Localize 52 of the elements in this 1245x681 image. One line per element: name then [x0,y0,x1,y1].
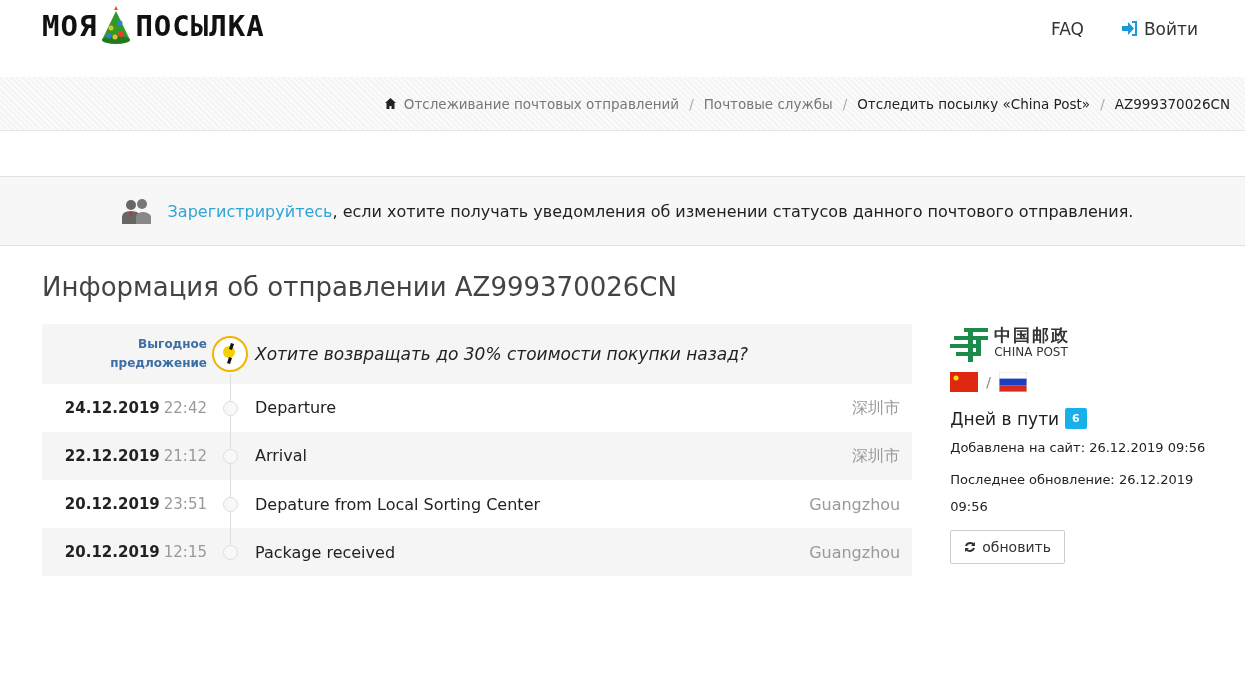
updated-date: Последнее обновление: 26.12.2019 09:56 [950,471,1195,516]
event-status: Arrival [255,445,307,467]
event-time: 23:51 [163,495,207,513]
login-link[interactable]: Войти [1121,18,1198,39]
carrier-name: CHINA POST [994,344,1069,361]
event-time: 22:42 [163,399,207,417]
page-title: Информация об отправлении AZ999370026CN [42,272,678,302]
timeline-dot-icon [222,496,238,512]
post-logo-icon [950,326,991,362]
event-date: 20.12.2019 [64,495,160,513]
users-icon [121,198,152,224]
faq-link[interactable]: FAQ [1051,18,1084,39]
event-date: 22.12.2019 [64,447,160,465]
days-label: Дней в пути [950,408,1060,429]
notice-text: Зарегистрируйтесь, если хотите получать уведомления об изменении статусов данного почтового отправления. [167,201,1134,221]
event-status: Package received [255,542,396,562]
route-separator: / [986,374,991,390]
event-date: 24.12.2019 [64,399,160,417]
breadcrumb-separator: / [842,95,848,112]
breadcrumb-separator: / [689,95,694,112]
breadcrumb-separator: / [1100,95,1105,112]
timeline-dot-icon [222,544,238,560]
event-date: 20.12.2019 [64,543,160,561]
lightbulb-icon [211,335,249,373]
offer-row[interactable]: Выгодное предложение Хотите возвращать до 30% стоимости покупки назад? [42,324,913,384]
russia-flag-icon [998,372,1027,392]
event-status: Departure [255,397,337,419]
refresh-icon [964,541,977,553]
timeline-dot-icon [222,400,238,416]
breadcrumb-link[interactable]: AZ999370026CN [1114,95,1230,112]
home-icon[interactable] [384,98,396,109]
carrier-name: 中国邮政 [994,327,1071,344]
days-count-badge: 6 [1065,408,1087,429]
event-place: Guangzhou [809,494,901,514]
event-place: Guangzhou [809,542,901,562]
timeline-dot-icon [222,448,238,464]
event-place: 深圳市 [852,397,901,419]
offer-text: Хотите возвращать до 30% стоимости покупки назад? [255,344,749,364]
added-date: Добавлена на сайт: 26.12.2019 09:56 [950,439,1207,457]
breadcrumb-link[interactable]: Отслеживание почтовых отправлений [403,95,680,112]
sign-in-icon [1121,21,1138,36]
breadcrumb-link[interactable]: Отследить посылку «China Post» [857,95,1091,112]
event-time: 21:12 [163,447,207,465]
refresh-button[interactable]: обновить [950,530,1065,564]
breadcrumb-link[interactable]: Почтовые службы [703,95,833,112]
logo-text: МОЯ [42,8,98,43]
event-place: 深圳市 [852,445,901,467]
china-flag-icon [950,372,979,392]
event-status: Depature from Local Sorting Center [255,494,541,514]
logo-text: ПОСЫЛКА [135,8,265,43]
offer-label: Выгодное предложение [109,336,207,372]
event-time: 12:15 [163,543,207,561]
